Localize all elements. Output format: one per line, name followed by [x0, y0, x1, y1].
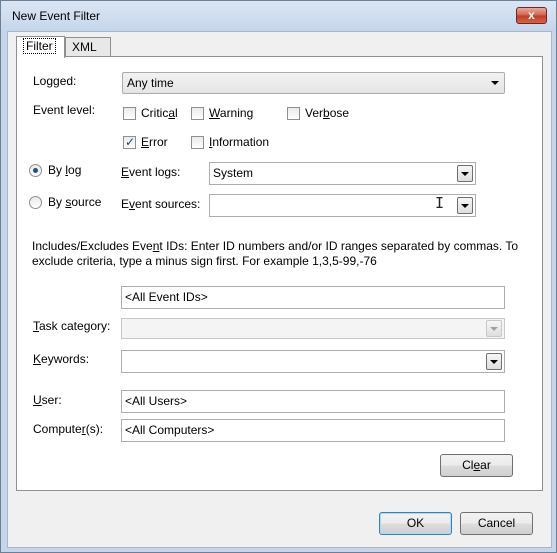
logged-dropdown[interactable]: Any time — [122, 72, 505, 94]
information-checkbox[interactable] — [191, 136, 204, 149]
user-input[interactable]: <All Users> — [121, 390, 505, 413]
user-label: User: — [33, 393, 62, 407]
information-label[interactable]: Information — [209, 135, 269, 149]
event-ids-description-line1: Includes/Excludes Event IDs: Enter ID nu… — [32, 239, 519, 253]
task-category-field — [121, 318, 505, 339]
filter-panel: Logged: Any time Event level: Critical W… — [16, 56, 543, 491]
tab-xml-label: XML — [72, 40, 97, 54]
warning-checkbox[interactable] — [191, 107, 204, 120]
event-logs-value: System — [213, 166, 254, 180]
event-logs-label: Event logs: — [121, 165, 181, 179]
by-source-label[interactable]: By source — [48, 195, 101, 209]
event-sources-dropdown-button[interactable] — [457, 197, 473, 214]
event-logs-dropdown-button[interactable] — [457, 165, 473, 182]
critical-label[interactable]: Critical — [141, 106, 178, 120]
verbose-checkbox[interactable] — [287, 107, 300, 120]
by-source-radio[interactable] — [29, 196, 42, 209]
event-logs-field[interactable]: System — [209, 162, 476, 185]
event-ids-input[interactable]: <All Event IDs> — [121, 286, 505, 309]
close-button[interactable]: x — [516, 7, 547, 24]
dialog-client-area: Filter XML Logged: Any time Event level:… — [7, 31, 552, 548]
tab-xml[interactable]: XML — [65, 37, 111, 57]
keywords-label: Keywords: — [33, 352, 90, 366]
close-icon: x — [528, 8, 535, 22]
event-level-label: Event level: — [33, 103, 96, 117]
error-label[interactable]: Error — [141, 135, 168, 149]
tab-filter[interactable]: Filter — [16, 36, 65, 58]
by-log-label[interactable]: By log — [48, 163, 81, 177]
new-event-filter-dialog: New Event Filter x Filter XML Logged: An… — [0, 0, 557, 553]
logged-label: Logged: — [33, 74, 77, 88]
event-sources-label: Event sources: — [121, 197, 201, 211]
computers-label: Computer(s): — [33, 422, 104, 436]
computers-input[interactable]: <All Computers> — [121, 419, 505, 442]
keywords-field[interactable] — [121, 350, 505, 373]
task-category-label: Task category: — [33, 319, 111, 333]
chevron-down-icon — [491, 81, 499, 85]
cancel-button[interactable]: Cancel — [460, 512, 533, 535]
critical-checkbox[interactable] — [123, 107, 136, 120]
radio-selected-dot — [33, 168, 38, 173]
title-bar[interactable]: New Event Filter x — [1, 1, 556, 31]
error-checkbox[interactable]: ✓ — [123, 135, 136, 149]
tab-filter-label: Filter — [23, 38, 56, 54]
verbose-label[interactable]: Verbose — [305, 106, 349, 120]
text-cursor-icon: I — [435, 194, 445, 212]
clear-button[interactable]: Clear — [440, 454, 513, 477]
checkmark-icon: ✓ — [125, 135, 136, 149]
by-log-radio[interactable] — [29, 164, 42, 177]
warning-label[interactable]: Warning — [209, 106, 253, 120]
keywords-dropdown-button[interactable] — [486, 353, 502, 370]
window-title: New Event Filter — [12, 9, 101, 23]
logged-value: Any time — [127, 76, 174, 90]
ok-button[interactable]: OK — [379, 512, 452, 535]
task-category-dropdown-button — [486, 320, 502, 337]
event-ids-description-line2: exclude criteria, type a minus sign firs… — [32, 254, 377, 268]
